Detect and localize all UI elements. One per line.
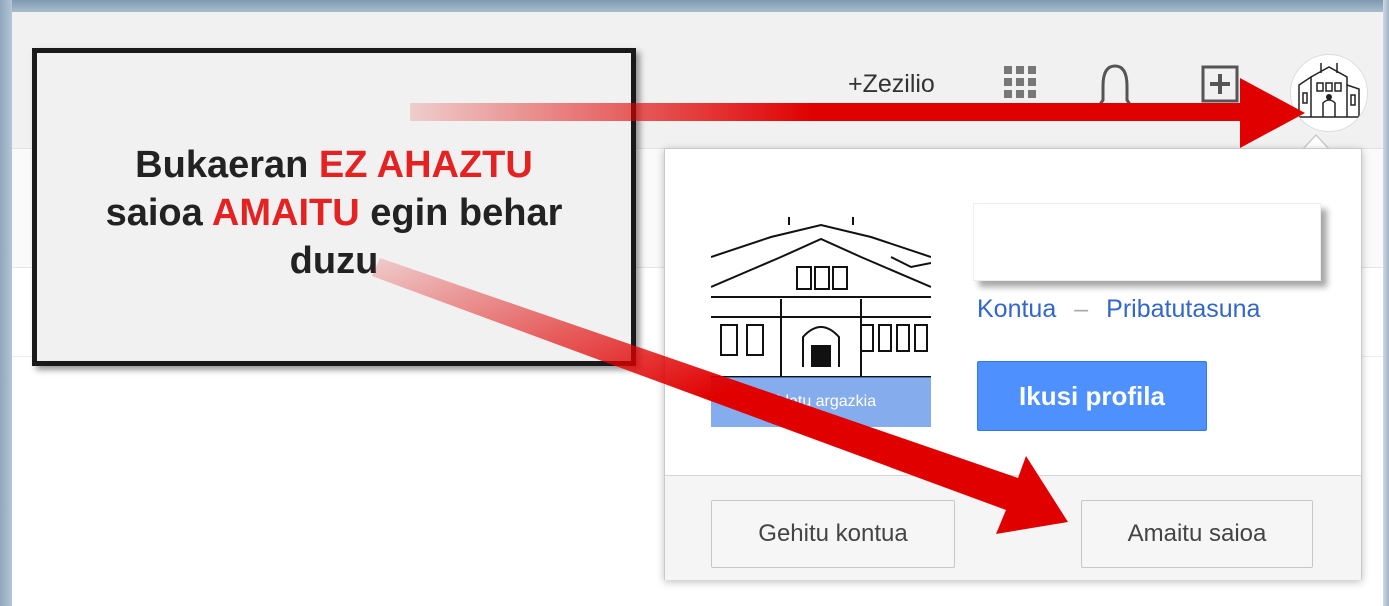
profile-photo[interactable]: Aldatu argazkia — [711, 217, 931, 427]
callout-highlight-1: EZ AHAZTU — [318, 144, 533, 186]
instruction-callout: Bukaeran EZ AHAZTU saioa AMAITU egin beh… — [32, 48, 636, 366]
building-sketch-icon — [1295, 63, 1363, 118]
account-links: Kontua – Pribatutasuna — [977, 295, 1260, 324]
window-right-frame — [1383, 0, 1389, 606]
links-separator: – — [1074, 295, 1089, 323]
view-profile-button[interactable]: Ikusi profila — [977, 361, 1207, 431]
callout-line-3: duzu — [289, 240, 379, 282]
sign-out-button[interactable]: Amaitu saioa — [1081, 500, 1313, 568]
change-photo-label[interactable]: Aldatu argazkia — [711, 377, 931, 427]
callout-line1-prefix: Bukaeran — [135, 144, 319, 186]
google-page: +Zezilio Aldatu argazkia Kontua – Pribat… — [12, 12, 1383, 606]
account-name-box — [973, 203, 1321, 281]
callout-line-2: saioa AMAITU egin behar — [37, 189, 631, 237]
account-avatar[interactable] — [1290, 54, 1368, 132]
share-plus-icon[interactable] — [1200, 64, 1240, 104]
account-link[interactable]: Kontua — [977, 295, 1056, 323]
callout-line-1: Bukaeran EZ AHAZTU — [37, 141, 631, 189]
account-popup: Aldatu argazkia Kontua – Pribatutasuna Iku… — [664, 148, 1362, 580]
callout-text: Bukaeran EZ AHAZTU saioa AMAITU egin beh… — [37, 141, 631, 285]
add-account-button[interactable]: Gehitu kontua — [711, 500, 955, 568]
notifications-bell-icon[interactable] — [1095, 62, 1135, 118]
privacy-link[interactable]: Pribatutasuna — [1106, 295, 1260, 323]
callout-line2-prefix: saioa — [105, 192, 212, 234]
callout-highlight-2: AMAITU — [211, 192, 360, 234]
apps-grid-icon[interactable] — [1002, 64, 1038, 100]
window-top-frame — [0, 0, 1389, 12]
callout-line2-suffix: egin behar — [359, 192, 563, 234]
plus-profile-link[interactable]: +Zezilio — [848, 70, 935, 99]
popup-footer: Gehitu kontua Amaitu saioa — [665, 475, 1361, 580]
window-left-frame — [0, 0, 12, 606]
